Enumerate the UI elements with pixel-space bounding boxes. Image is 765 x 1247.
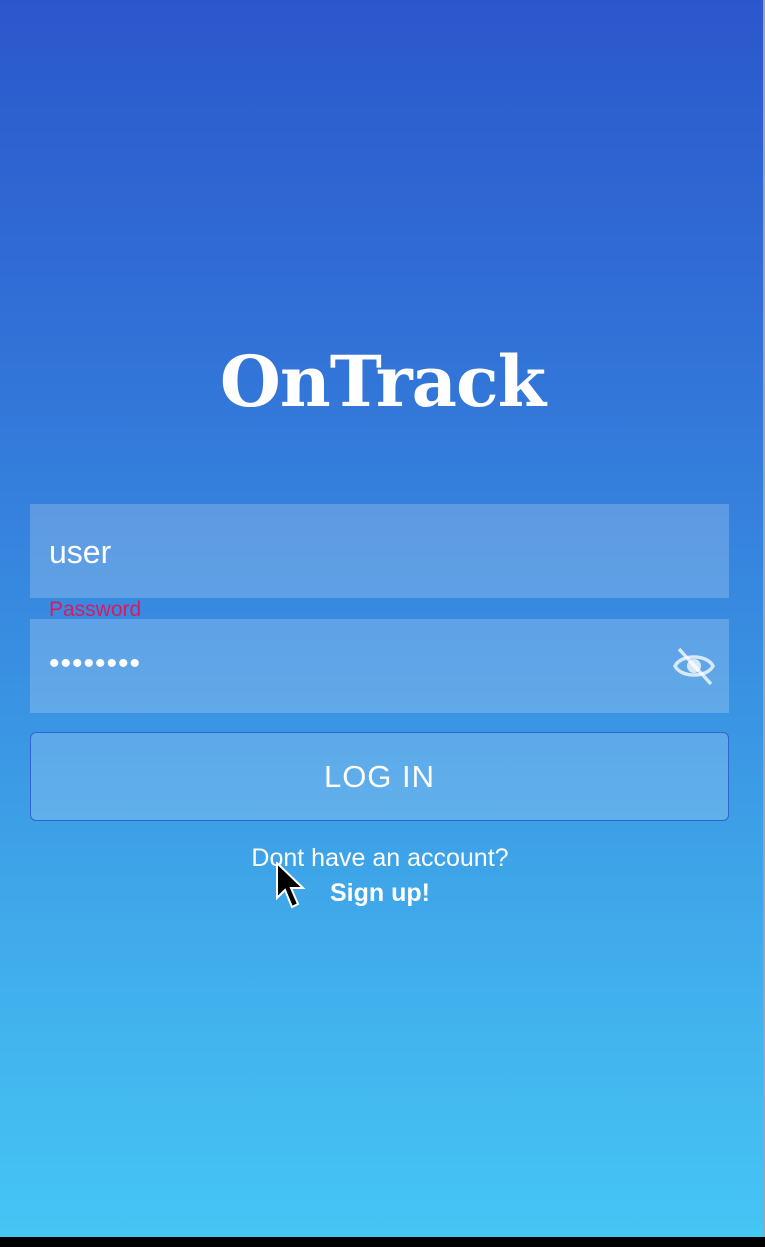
signup-prompt: Dont have an account? (251, 844, 509, 872)
username-value: user (49, 534, 112, 570)
password-field[interactable]: •••••••• (30, 619, 729, 713)
app-logo-title: OnTrack (219, 340, 546, 423)
login-screen: OnTrack user Password •••••••• LOG IN Do… (0, 0, 765, 1237)
mouse-pointer-icon (276, 860, 306, 910)
signup-link[interactable]: Sign up! (0, 879, 760, 908)
password-value: •••••••• (49, 647, 142, 680)
login-button[interactable]: LOG IN (30, 732, 729, 821)
username-field[interactable]: user (30, 504, 729, 598)
eye-off-icon[interactable] (673, 646, 715, 686)
bottom-bar (0, 1237, 765, 1247)
